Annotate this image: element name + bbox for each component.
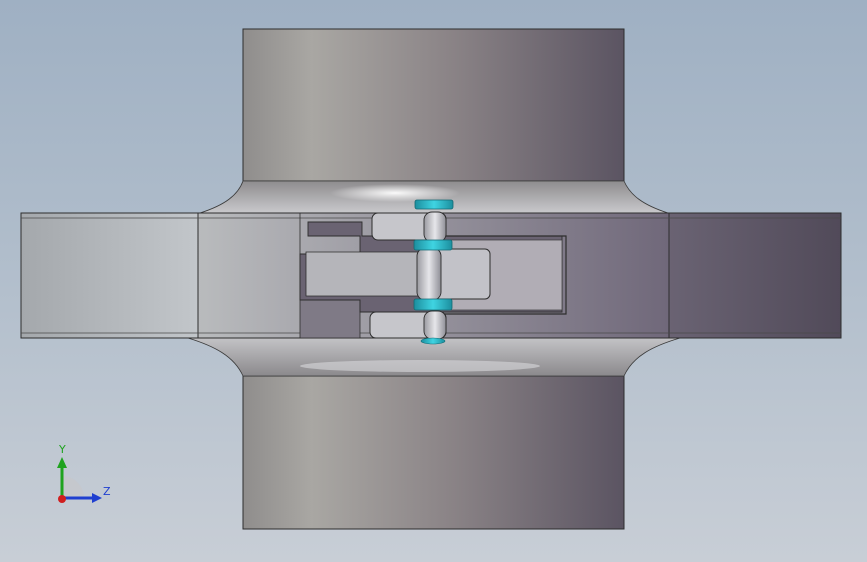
triad-graphic [57, 457, 102, 503]
axis-z-label: Z [103, 485, 111, 498]
upper-shaft [242, 28, 625, 182]
clip-1 [414, 199, 454, 210]
pin-top [423, 211, 447, 243]
slot-inner [305, 251, 419, 297]
clip-4 [420, 337, 446, 345]
pin-middle [416, 247, 442, 301]
clip-2 [413, 239, 453, 251]
flange-right [668, 212, 842, 339]
cad-viewport[interactable]: Y Z [0, 0, 867, 562]
clip-3 [413, 298, 453, 311]
axis-y-label: Y [59, 443, 66, 456]
flange-left [20, 212, 199, 339]
coupling-model[interactable] [0, 0, 867, 562]
lower-shaft [242, 375, 625, 530]
pin-bottom [423, 310, 447, 340]
coordinate-triad-icon[interactable]: Y Z [40, 438, 120, 510]
